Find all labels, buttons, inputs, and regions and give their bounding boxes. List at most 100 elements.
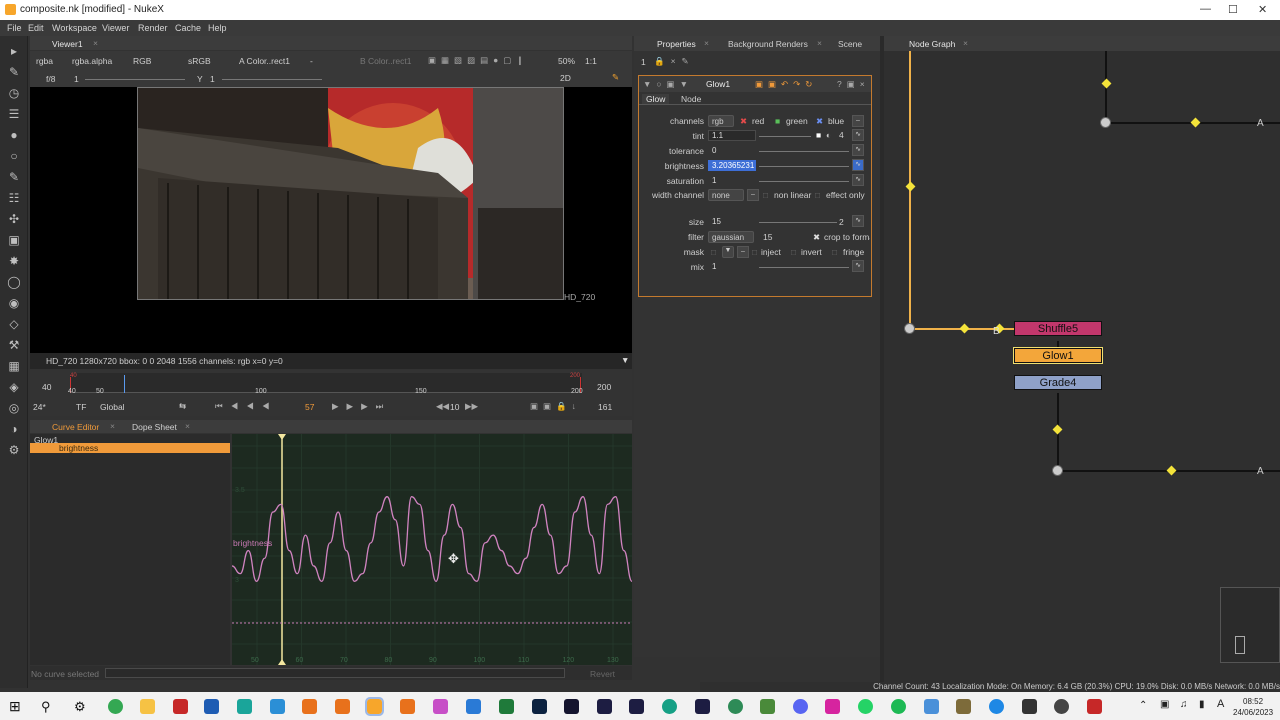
particles-icon[interactable]: ✸	[7, 254, 21, 268]
tint-color-wheel-icon[interactable]: ◐	[826, 130, 831, 140]
channels-select[interactable]: rgb	[708, 115, 734, 127]
mask-select[interactable]: ▼	[722, 246, 734, 258]
app-brown-icon[interactable]	[956, 699, 971, 714]
maximize-button[interactable]: ☐	[1228, 3, 1238, 16]
tray-chevron-icon[interactable]: ⌃	[1139, 700, 1147, 711]
tolerance-anim-button[interactable]: ∿	[852, 144, 864, 156]
size-channel-count[interactable]: 2	[839, 217, 844, 227]
green-checkbox[interactable]: ■	[775, 116, 780, 126]
effect-only-checkbox[interactable]: □	[815, 190, 820, 200]
brightness-anim-button[interactable]: ∿	[852, 159, 864, 171]
transform-icon[interactable]: ✣	[7, 212, 21, 226]
tab-properties[interactable]: Properties	[657, 39, 696, 49]
ratio-dropdown[interactable]: 1:1	[585, 56, 597, 66]
subtab-glow[interactable]: Glow	[642, 94, 670, 104]
close-button[interactable]: ✕	[1258, 3, 1267, 16]
non-linear-checkbox[interactable]: □	[763, 190, 768, 200]
maya-2-icon[interactable]	[270, 699, 285, 714]
channel-icon[interactable]: ☰	[7, 107, 21, 121]
curve-graph[interactable]: 50 60 70 80 90 100 110 120 130 3.5 3 brightness …	[232, 434, 632, 665]
close-renders-icon[interactable]: ×	[817, 38, 822, 48]
3d-icon[interactable]: ▣	[7, 233, 21, 247]
timeline-ruler[interactable]: 40 200	[70, 373, 582, 393]
app-round-icon[interactable]	[728, 699, 743, 714]
network-icon[interactable]: ▣	[1160, 699, 1169, 710]
mask-extra[interactable]: –	[737, 246, 749, 258]
whatsapp-icon[interactable]	[858, 699, 873, 714]
lut-dropdown[interactable]: sRGB	[188, 56, 211, 66]
views-icon[interactable]: ◉	[7, 296, 21, 310]
toolsets-icon[interactable]: ⚒	[7, 338, 21, 352]
search-icon[interactable]: ⚲	[41, 699, 56, 714]
saturation-slider[interactable]	[759, 181, 849, 182]
tab-background-renders[interactable]: Background Renders	[728, 39, 808, 49]
fps-dropdown[interactable]: 24*	[33, 402, 46, 412]
merge-icon[interactable]: ☷	[7, 191, 21, 205]
frame-field[interactable]: 57	[305, 402, 314, 412]
language-indicator[interactable]: A	[1217, 698, 1224, 710]
node-graph-minimap[interactable]	[1220, 587, 1280, 663]
fringe-checkbox[interactable]: □	[832, 247, 837, 257]
paint-icon[interactable]: ✎	[7, 65, 21, 79]
battery-icon[interactable]: ▮	[1199, 699, 1205, 710]
step-back-icon[interactable]: ◀◀	[436, 401, 449, 412]
gain-value[interactable]: 1	[74, 74, 79, 84]
saturation-anim-button[interactable]: ∿	[852, 174, 864, 186]
properties-count[interactable]: 1	[641, 57, 646, 67]
input-b-dropdown[interactable]: B Color..rect1	[360, 56, 412, 66]
brightness-slider[interactable]	[759, 166, 849, 167]
windows-start-icon[interactable]: ⊞	[9, 699, 24, 714]
tree-knob-row[interactable]: brightness	[30, 443, 230, 453]
size-anim-button[interactable]: ∿	[852, 215, 864, 227]
chrome-icon[interactable]	[108, 699, 123, 714]
media-encoder-icon[interactable]	[629, 699, 644, 714]
tab-viewer1[interactable]: Viewer1	[52, 39, 83, 49]
revert-button[interactable]: Revert	[590, 669, 615, 679]
viewer-icon-strip[interactable]: ▣▦▧▨▤●▢❙	[428, 55, 528, 66]
channels-extra-button[interactable]: –	[852, 115, 864, 127]
alpha-dropdown[interactable]: rgba.alpha	[72, 56, 112, 66]
range-dropdown[interactable]: Global	[100, 402, 125, 412]
time-icon[interactable]: ◷	[7, 86, 21, 100]
dot-node-left[interactable]	[904, 323, 915, 334]
tree-knob-brightness[interactable]: brightness	[59, 443, 98, 453]
app-red-icon[interactable]	[1087, 699, 1102, 714]
settings-icon[interactable]: ⚙	[74, 699, 89, 714]
brightness-field[interactable]: 3.20365231	[708, 160, 756, 171]
node-header-window-icons[interactable]: ?▣×	[837, 79, 870, 90]
filter-icon[interactable]: ○	[7, 149, 21, 163]
close-dope-tab-icon[interactable]: ×	[185, 421, 190, 431]
current-frame-marker[interactable]	[124, 375, 126, 393]
curve-graph-svg[interactable]: 50 60 70 80 90 100 110 120 130	[232, 434, 632, 665]
width-channel-select[interactable]: none	[708, 189, 744, 201]
houdini-icon[interactable]	[335, 699, 350, 714]
zoom-dropdown[interactable]: 50%	[558, 56, 575, 66]
netflix-icon[interactable]	[173, 699, 188, 714]
tf-dropdown[interactable]: TF	[76, 402, 86, 412]
node-name-field[interactable]: Glow1	[706, 79, 730, 89]
step-field[interactable]: 10	[450, 402, 459, 412]
close-properties-icon[interactable]: ×	[704, 38, 709, 48]
deep-icon[interactable]: ◯	[7, 275, 21, 289]
viewer-canvas[interactable]: HD_720	[30, 87, 632, 353]
cara-icon[interactable]: ◑	[7, 422, 21, 436]
timeline-start[interactable]: 40	[42, 382, 51, 392]
tint-color-swatch[interactable]: ■	[816, 130, 821, 140]
gain-slider[interactable]	[85, 79, 185, 80]
word-icon[interactable]	[204, 699, 219, 714]
size-slider[interactable]	[759, 222, 837, 223]
timeline-end[interactable]: 200	[597, 382, 611, 392]
node-header-icons[interactable]: ▼○▣▼	[643, 79, 693, 90]
app-icon[interactable]	[400, 699, 415, 714]
spotify-icon[interactable]	[891, 699, 906, 714]
tint-channel-count[interactable]: 4	[839, 130, 844, 140]
blue-checkbox[interactable]: ✖	[816, 116, 823, 127]
mode-2d-dropdown[interactable]: 2D	[560, 73, 571, 83]
volume-icon[interactable]: ♫	[1180, 699, 1188, 710]
davinci-icon[interactable]	[433, 699, 448, 714]
furnace-icon[interactable]: ◈	[7, 380, 21, 394]
tab-node-graph[interactable]: Node Graph	[909, 39, 955, 49]
saturation-field[interactable]: 1	[708, 175, 756, 186]
mask-checkbox[interactable]: □	[711, 247, 716, 257]
node-header-tools[interactable]: ▣▣↶↷↻	[755, 79, 817, 90]
